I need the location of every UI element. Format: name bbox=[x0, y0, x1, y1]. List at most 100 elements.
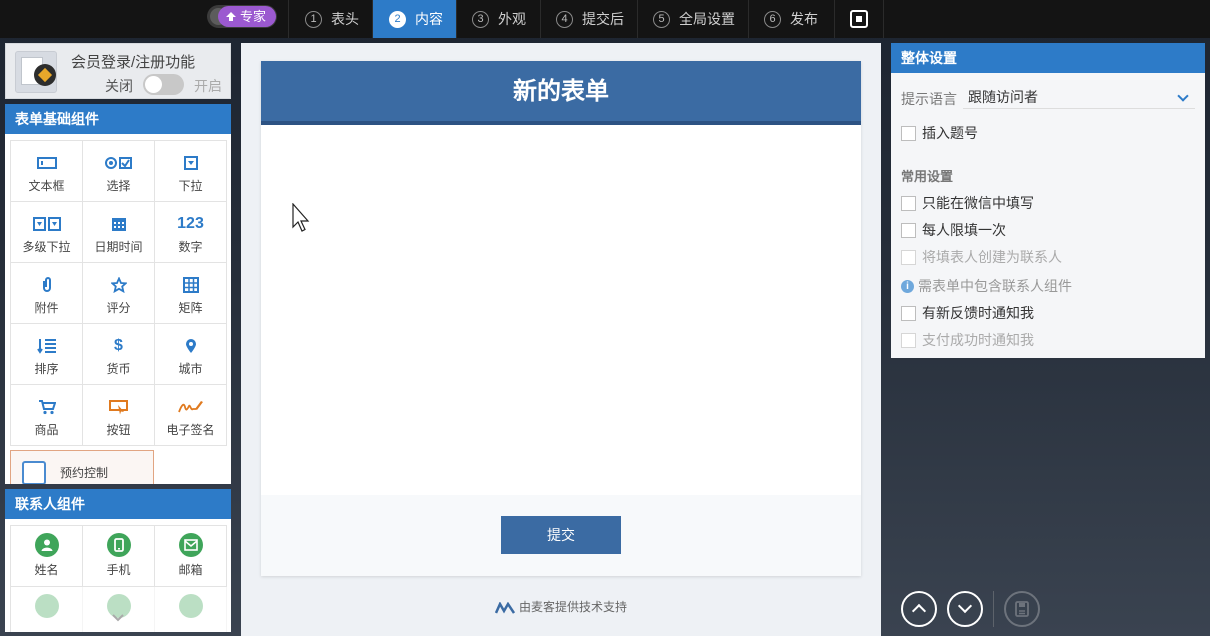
form-title[interactable]: 新的表单 bbox=[261, 61, 861, 125]
checkbox-box bbox=[901, 125, 916, 141]
component-rating[interactable]: 评分 bbox=[83, 263, 155, 324]
component-label: 姓名 bbox=[34, 563, 59, 577]
create-contact-checkbox[interactable]: 将填表人创建为联系人 bbox=[901, 247, 1062, 267]
component-name[interactable]: 姓名 bbox=[11, 526, 83, 587]
tab-header[interactable]: 1 表头 bbox=[288, 0, 372, 38]
tab-publish[interactable]: 6 发布 bbox=[748, 0, 834, 38]
notify-payment-checkbox[interactable]: 支付成功时通知我 bbox=[901, 330, 1034, 350]
component-currency[interactable]: $ 货币 bbox=[83, 324, 155, 385]
insert-number-checkbox[interactable]: 插入题号 bbox=[901, 123, 978, 143]
component-label: 预约控制 bbox=[60, 466, 109, 480]
checkbox-box bbox=[901, 222, 916, 238]
tab-label: 提交后 bbox=[582, 11, 624, 27]
tab-appearance[interactable]: 3 外观 bbox=[456, 0, 540, 38]
on-label: 开启 bbox=[194, 78, 222, 94]
component-matrix[interactable]: 矩阵 bbox=[155, 263, 227, 324]
tab-label: 发布 bbox=[790, 11, 818, 27]
component-label: 电子签名 bbox=[166, 423, 215, 437]
component-number[interactable]: 123 数字 bbox=[155, 202, 227, 263]
component-label: 日期时间 bbox=[94, 240, 143, 254]
phone-icon bbox=[113, 538, 124, 552]
panel-title: 联系人组件 bbox=[5, 489, 231, 519]
component-multilevel-dropdown[interactable]: 多级下拉 bbox=[11, 202, 83, 263]
component-city[interactable]: 城市 bbox=[155, 324, 227, 385]
location-pin-icon bbox=[185, 339, 196, 353]
button-click-icon bbox=[108, 400, 128, 415]
language-value: 跟随访问者 bbox=[968, 89, 1038, 105]
mouse-cursor-icon bbox=[292, 203, 310, 232]
chevron-down-icon bbox=[957, 598, 973, 614]
chevron-down-icon[interactable] bbox=[111, 613, 125, 623]
component-datetime[interactable]: 日期时间 bbox=[83, 202, 155, 263]
info-icon: i bbox=[901, 279, 914, 293]
once-per-person-checkbox[interactable]: 每人限填一次 bbox=[901, 220, 1006, 240]
component-phone[interactable]: 手机 bbox=[83, 526, 155, 587]
component-email[interactable]: 邮箱 bbox=[155, 526, 227, 587]
panel-title: 表单基础组件 bbox=[5, 104, 231, 134]
member-title: 会员登录/注册功能 bbox=[71, 54, 196, 71]
submit-button[interactable]: 提交 bbox=[501, 516, 621, 554]
component-button[interactable]: 按钮 bbox=[83, 385, 155, 446]
signature-icon bbox=[177, 401, 203, 413]
number-icon: 123 bbox=[177, 215, 204, 232]
component-label: 评分 bbox=[106, 301, 131, 315]
powered-by: 由麦客提供技术支持 bbox=[241, 598, 881, 615]
toggle-knob bbox=[145, 76, 162, 93]
wechat-only-checkbox[interactable]: 只能在微信中填写 bbox=[901, 193, 1034, 213]
component-signature[interactable]: 电子签名 bbox=[155, 385, 227, 446]
component-dropdown[interactable]: 下拉 bbox=[155, 141, 227, 202]
component-label: 城市 bbox=[178, 362, 203, 376]
save-button[interactable] bbox=[1004, 591, 1040, 627]
component-choice[interactable]: 选择 bbox=[83, 141, 155, 202]
checkbox-label: 插入题号 bbox=[922, 125, 978, 141]
form-footer: 提交 bbox=[261, 495, 861, 576]
powered-by-text: 由麦客提供技术支持 bbox=[518, 600, 627, 614]
expert-mode-toggle[interactable]: 专家 bbox=[207, 5, 277, 28]
component-label: 手机 bbox=[106, 563, 131, 577]
component-label: 附件 bbox=[34, 301, 59, 315]
contact-hint: i 需表单中包含联系人组件 bbox=[901, 276, 1072, 296]
component-label: 商品 bbox=[34, 423, 59, 437]
component-label: 按钮 bbox=[106, 423, 131, 437]
step-number: 6 bbox=[764, 10, 781, 28]
mikecrm-logo-icon bbox=[494, 601, 515, 614]
member-toggle[interactable] bbox=[143, 74, 184, 95]
checkbox-box bbox=[901, 195, 916, 211]
language-select[interactable]: 跟随访问者 bbox=[963, 85, 1195, 109]
tab-content[interactable]: 2 内容 bbox=[372, 0, 456, 38]
component-more-1[interactable] bbox=[11, 587, 83, 632]
checkbox-label: 支付成功时通知我 bbox=[922, 332, 1034, 348]
move-down-button[interactable] bbox=[947, 591, 983, 627]
diamond-icon bbox=[34, 64, 56, 86]
chevron-up-icon bbox=[911, 603, 927, 619]
sort-icon bbox=[36, 339, 56, 354]
star-icon bbox=[110, 277, 127, 293]
tab-label: 全局设置 bbox=[679, 11, 735, 27]
divider bbox=[993, 591, 994, 627]
checkbox-label: 每人限填一次 bbox=[922, 222, 1006, 238]
mail-icon bbox=[183, 539, 198, 551]
fullscreen-button[interactable] bbox=[834, 0, 884, 38]
form-canvas: 新的表单 提交 由麦客提供技术支持 bbox=[241, 43, 881, 636]
cart-icon bbox=[38, 400, 56, 415]
tab-after-submit[interactable]: 4 提交后 bbox=[540, 0, 637, 38]
step-number: 4 bbox=[556, 10, 573, 28]
component-sort[interactable]: 排序 bbox=[11, 324, 83, 385]
section-title: 常用设置 bbox=[901, 169, 954, 184]
component-more-3[interactable] bbox=[155, 587, 227, 632]
component-label: 下拉 bbox=[178, 179, 203, 193]
component-textbox[interactable]: 文本框 bbox=[11, 141, 83, 202]
component-more-2[interactable] bbox=[83, 587, 155, 632]
component-label: 多级下拉 bbox=[22, 240, 71, 254]
move-up-button[interactable] bbox=[901, 591, 937, 627]
notify-feedback-checkbox[interactable]: 有新反馈时通知我 bbox=[901, 303, 1034, 323]
textbox-icon bbox=[36, 157, 57, 169]
component-product[interactable]: 商品 bbox=[11, 385, 83, 446]
member-login-panel: 会员登录/注册功能 关闭 开启 bbox=[5, 43, 231, 99]
component-attachment[interactable]: 附件 bbox=[11, 263, 83, 324]
step-number: 3 bbox=[472, 10, 489, 28]
calendar-icon bbox=[111, 218, 126, 231]
step-tabs: 1 表头 2 内容 3 外观 4 提交后 5 全局设置 6 发布 bbox=[288, 0, 884, 38]
component-reservation-control[interactable]: 预约控制 bbox=[10, 450, 154, 484]
tab-global-settings[interactable]: 5 全局设置 bbox=[637, 0, 748, 38]
